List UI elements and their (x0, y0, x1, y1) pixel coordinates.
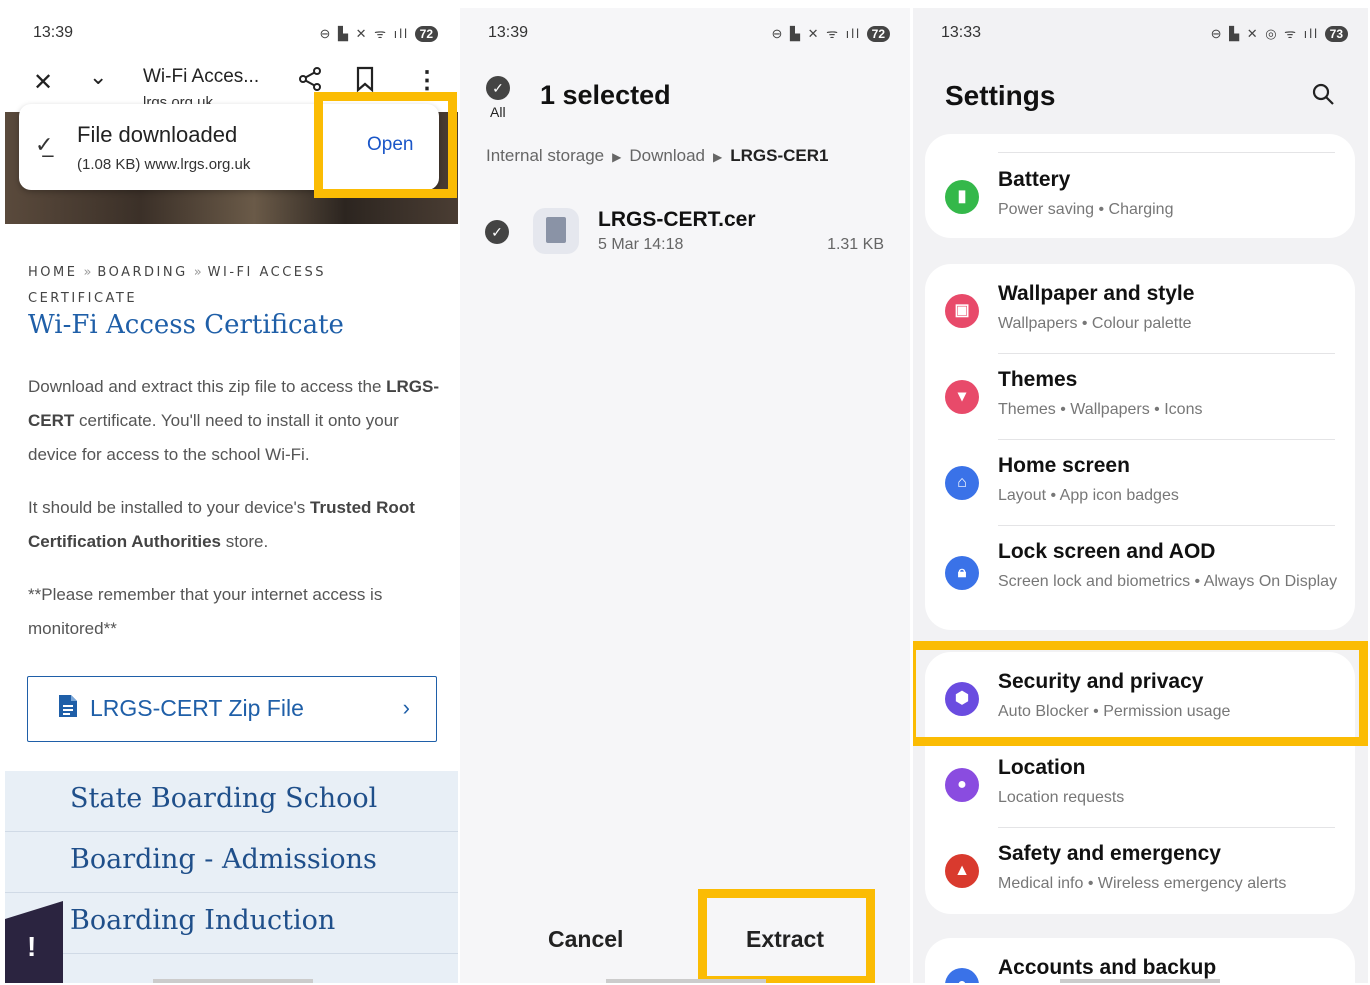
row-title: Safety and emergency (998, 842, 1221, 865)
settings-row-battery[interactable]: ▮ Battery Power saving • Charging (925, 154, 1355, 240)
download-detail: (1.08 KB) www.lrgs.org.uk (77, 156, 251, 173)
gesture-bar (606, 979, 766, 983)
wallpaper-icon: ▣ (945, 294, 979, 328)
file-size: 1.31 KB (827, 236, 884, 253)
row-subtitle: Wallpapers • Colour palette (998, 315, 1192, 332)
browser-panel: 13:39 ⊖ ▙ ✕ ᯤ ıll 72 ✕ ⌄ Wi-Fi Acces... … (5, 8, 458, 983)
path-arrow-icon: ▶ (612, 150, 622, 164)
path-internal-storage[interactable]: Internal storage (486, 146, 604, 165)
lock-icon: 🔒︎ (945, 556, 979, 590)
nav-item-state-boarding[interactable]: State Boarding School (5, 771, 458, 832)
row-subtitle: Themes • Wallpapers • Icons (998, 401, 1203, 418)
battery-badge: 72 (866, 26, 890, 42)
settings-row-wallpaper[interactable]: ▣ Wallpaper and style Wallpapers • Colou… (925, 268, 1355, 354)
more-options-icon[interactable]: ⋮ (415, 66, 439, 95)
status-bar: 13:39 ⊖ ▙ ✕ ᯤ ıll 72 (460, 24, 910, 44)
row-title: Lock screen and AOD (998, 540, 1216, 563)
zip-button-label: LRGS-CERT Zip File (90, 695, 304, 721)
battery-icon: ▮ (945, 180, 979, 214)
accounts-icon: ● (945, 968, 979, 983)
status-bar: 13:33 ⊖ ▙ ✕ ◎ ᯤ ıll 73 (913, 24, 1368, 44)
settings-card-appearance: ▣ Wallpaper and style Wallpapers • Colou… (925, 264, 1355, 630)
status-time: 13:33 (941, 24, 982, 41)
breadcrumb-home[interactable]: HOME (28, 265, 77, 280)
zip-download-button[interactable]: LRGS-CERT Zip File › (27, 676, 437, 742)
select-all-checkbox[interactable]: ✓ (486, 76, 510, 100)
settings-panel: 13:33 ⊖ ▙ ✕ ◎ ᯤ ıll 73 Settings ▮ Batter… (913, 8, 1368, 983)
settings-card-device: ▮ Battery Power saving • Charging (925, 134, 1355, 238)
row-title: Accounts and backup (998, 956, 1217, 979)
status-bar: 13:39 ⊖ ▙ ✕ ᯤ ıll 72 (5, 24, 458, 44)
row-title: Home screen (998, 454, 1130, 477)
home-icon: ⌂ (945, 466, 979, 500)
article-heading: Wi-Fi Access Certificate (28, 310, 344, 340)
file-manager-panel: 13:39 ⊖ ▙ ✕ ᯤ ıll 72 ✓ All 1 selected In… (460, 8, 910, 983)
highlight-open (314, 92, 457, 198)
search-icon[interactable] (1311, 82, 1335, 113)
status-icons: ⊖ ▙ ✕ ᯤ ıll 72 (320, 24, 438, 42)
row-title: Wallpaper and style (998, 282, 1195, 305)
breadcrumb-sep: » (83, 265, 92, 280)
row-subtitle: Screen lock and biometrics • Always On D… (998, 573, 1338, 590)
settings-row-safety[interactable]: ▲ Safety and emergency Medical info • Wi… (925, 828, 1355, 914)
nav-item-induction[interactable]: Boarding Induction (5, 893, 458, 954)
file-row[interactable]: ✓ LRGS-CERT.cer 5 Mar 14:18 1.31 KB (460, 198, 910, 270)
settings-card-accounts: ● Accounts and backup (925, 938, 1355, 983)
boarding-nav: State Boarding School Boarding - Admissi… (5, 771, 458, 983)
alert-icon: ! (27, 931, 37, 962)
download-check-icon: ✓̲ (35, 132, 54, 157)
row-title: Battery (998, 168, 1071, 191)
status-icons: ⊖ ▙ ✕ ◎ ᯤ ıll 73 (1211, 24, 1348, 42)
chevron-right-icon: › (402, 695, 410, 720)
path-breadcrumb: Internal storage ▶ Download ▶ LRGS-CER1 (486, 146, 828, 166)
settings-row-accounts[interactable]: ● Accounts and backup (925, 942, 1355, 983)
settings-row-themes[interactable]: ▾ Themes Themes • Wallpapers • Icons (925, 354, 1355, 440)
close-icon[interactable]: ✕ (33, 68, 53, 97)
row-title: Location (998, 756, 1086, 779)
row-subtitle: Power saving • Charging (998, 201, 1174, 218)
row-subtitle: Medical info • Wireless emergency alerts (998, 875, 1287, 892)
path-arrow-icon: ▶ (712, 150, 723, 164)
settings-row-lock-screen[interactable]: 🔒︎ Lock screen and AOD Screen lock and b… (925, 526, 1355, 626)
location-icon: ● (945, 768, 979, 802)
status-time: 13:39 (33, 24, 74, 41)
settings-title: Settings (945, 80, 1056, 111)
file-date: 5 Mar 14:18 (598, 236, 684, 253)
document-icon (58, 694, 78, 725)
emergency-icon: ▲ (945, 854, 979, 888)
paragraph-monitored: **Please remember that your internet acc… (28, 585, 383, 638)
battery-badge: 72 (414, 26, 438, 42)
page-title: Wi-Fi Acces... (143, 66, 260, 87)
status-time: 13:39 (488, 24, 529, 41)
chevron-down-icon[interactable]: ⌄ (89, 64, 107, 90)
row-subtitle: Location requests (998, 789, 1125, 806)
breadcrumb: HOME» BOARDING» WI-FI ACCESS CERTIFICATE (28, 260, 428, 312)
settings-row-location[interactable]: ● Location Location requests (925, 742, 1355, 828)
paragraph-install: It should be installed to your device's … (28, 498, 415, 551)
file-name: LRGS-CERT.cer (598, 208, 756, 231)
nav-item-admissions[interactable]: Boarding - Admissions (5, 832, 458, 893)
settings-row-home-screen[interactable]: ⌂ Home screen Layout • App icon badges (925, 440, 1355, 526)
path-download[interactable]: Download (629, 146, 705, 165)
certificate-file-icon (533, 208, 579, 254)
selection-count: 1 selected (540, 80, 671, 110)
highlight-security (913, 641, 1368, 746)
paragraph-download: Download and extract this zip file to ac… (28, 377, 440, 464)
file-checkbox[interactable]: ✓ (485, 220, 509, 244)
select-all-label: All (490, 104, 506, 120)
themes-icon: ▾ (945, 380, 979, 414)
gesture-bar (153, 979, 313, 983)
row-title: Themes (998, 368, 1078, 391)
gesture-bar (1060, 979, 1220, 983)
cancel-button[interactable]: Cancel (548, 926, 623, 953)
highlight-extract (698, 889, 875, 983)
breadcrumb-sep: » (193, 265, 202, 280)
row-subtitle: Layout • App icon badges (998, 487, 1179, 504)
breadcrumb-boarding[interactable]: BOARDING (97, 265, 187, 280)
status-icons: ⊖ ▙ ✕ ᯤ ıll 72 (772, 24, 890, 42)
path-current: LRGS-CER1 (730, 146, 829, 165)
battery-badge: 73 (1324, 26, 1348, 42)
download-title: File downloaded (77, 122, 238, 147)
